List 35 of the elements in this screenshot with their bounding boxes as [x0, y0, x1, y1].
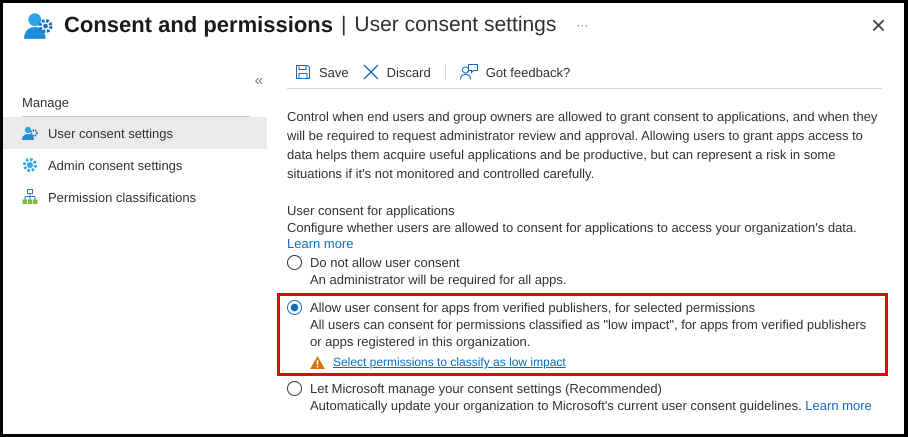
radio-button[interactable] [287, 300, 302, 315]
close-icon [362, 64, 379, 80]
learn-more-link[interactable]: Learn more [805, 398, 872, 413]
option-label: Allow user consent for apps from verified publishers, for selected permissions [310, 299, 756, 316]
title-separator: | [340, 13, 346, 37]
sidebar-item[interactable]: Admin consent settings [3, 149, 267, 181]
learn-more-link[interactable]: Learn more [287, 236, 354, 251]
description-text: Control when end users and group owners are allowed to grant consent to applications, and when they will be required to request administrator review and approval. Allowing users to grant apps access to data helps them acquire useful applications and be productive, but can represent a risk in some situations if it's not monitored and controlled carefully. [287, 108, 878, 183]
sidebar-item[interactable]: Permission classifications [3, 181, 267, 213]
gear-icon [22, 157, 38, 173]
feedback-button[interactable]: Got feedback? [460, 64, 570, 80]
warning-icon [310, 356, 325, 369]
page-title: Consent and permissions [64, 12, 333, 38]
radio-button[interactable] [287, 255, 302, 270]
save-icon [295, 64, 311, 80]
collapse-button[interactable]: « [254, 71, 263, 89]
more-button[interactable]: ··· [576, 18, 588, 32]
section-title: User consent for applications [287, 202, 456, 219]
option-description: An administrator will be required for all apps. [310, 271, 567, 288]
classify-permissions-link[interactable]: Select permissions to classify as low impact [333, 354, 566, 371]
person-chat-icon [460, 64, 478, 80]
option-label: Do not allow user consent [310, 254, 461, 271]
close-button[interactable]: × [870, 12, 886, 38]
user-gear-icon [23, 10, 53, 40]
user-gear-icon [22, 125, 38, 141]
sidebar-item[interactable]: User consent settings [3, 117, 267, 149]
save-button[interactable]: Save [295, 64, 349, 80]
option-description: Automatically update your organization to Microsoft's current user consent guidelines. Learn more [310, 397, 872, 414]
page-subtitle: User consent settings [354, 13, 556, 37]
hierarchy-icon [22, 189, 38, 205]
section-description: Configure whether users are allowed to consent for applications to access your organization's data. [287, 219, 858, 236]
option-label: Let Microsoft manage your consent settings (Recommended) [310, 380, 663, 397]
radio-button[interactable] [287, 381, 302, 396]
option-description: All users can consent for permissions classified as "low impact", for apps from verified publishers or apps registered in this organization. [310, 316, 868, 350]
discard-button[interactable]: Discard [362, 64, 431, 80]
